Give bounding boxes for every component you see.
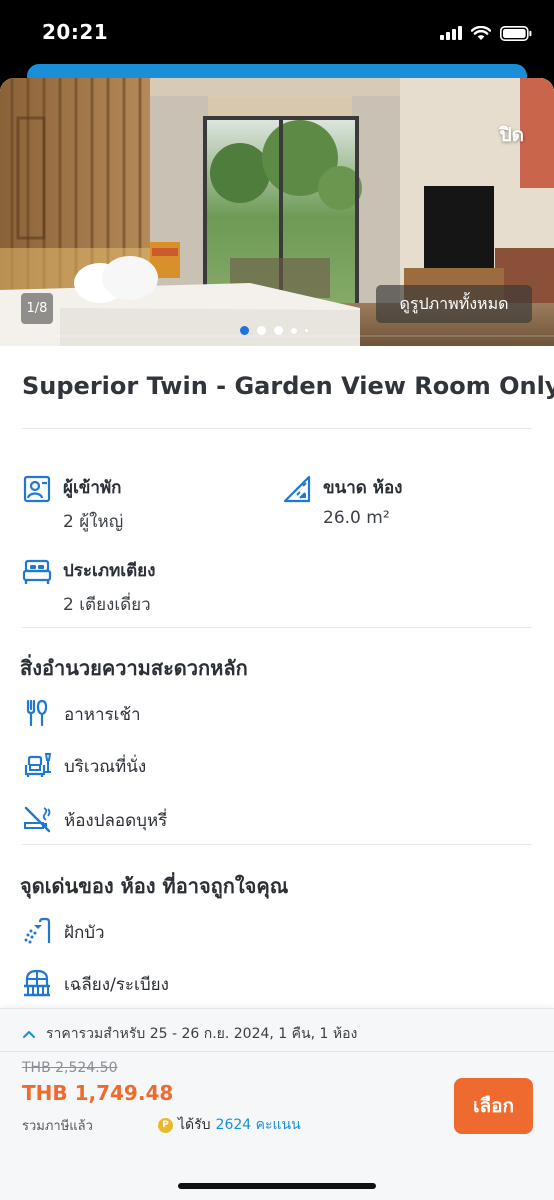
divider — [22, 844, 532, 845]
balcony-icon — [24, 969, 50, 997]
amenity-item: ห้องปลอดบุหรี่ — [22, 804, 322, 834]
highlight-label: เฉลียง/ระเบียง — [64, 975, 169, 995]
ruler-icon — [283, 475, 311, 503]
home-indicator — [178, 1183, 376, 1189]
breakfast-icon — [26, 699, 48, 727]
status-icons — [440, 22, 532, 44]
feature-value: 2 ผู้ใหญ่ — [63, 512, 124, 532]
carousel-dot[interactable] — [305, 329, 308, 332]
divider — [0, 1051, 554, 1052]
feature-value: 26.0 m² — [323, 508, 390, 528]
booking-bar: ราคารวมสำหรับ 25 - 26 ก.ย. 2024, 1 คืน, … — [0, 1008, 554, 1200]
battery-icon — [500, 25, 532, 41]
no-smoking-icon — [24, 806, 51, 833]
highlight-item: ฝักบัว — [22, 916, 322, 946]
close-button[interactable]: ปิด — [500, 120, 524, 150]
points-value: 2624 คะแนน — [215, 1117, 301, 1133]
photo-counter: 1/8 — [21, 293, 53, 324]
tax-note: รวมภาษีแล้ว — [22, 1119, 93, 1134]
carousel-dots[interactable] — [240, 326, 308, 335]
amenities-title: สิ่งอำนวยความสะดวกหลัก — [20, 656, 248, 680]
bed-icon — [22, 559, 52, 584]
room-title: Superior Twin - Garden View Room Only — [22, 372, 554, 400]
feature-guests: ผู้เข้าพัก 2 ผู้ใหญ่ — [22, 474, 262, 534]
wifi-icon — [471, 25, 491, 40]
amenity-item: บริเวณที่นั่ง — [22, 750, 322, 780]
shower-icon — [24, 917, 51, 944]
view-all-photos-button[interactable]: ดูรูปภาพทั้งหมด — [376, 285, 532, 323]
feature-label: ประเภทเตียง — [63, 561, 156, 581]
room-photo-carousel[interactable]: ปิด 1/8 ดูรูปภาพทั้งหมด — [0, 78, 554, 346]
carousel-dot[interactable] — [274, 326, 283, 335]
feature-label: ขนาด ห้อง — [323, 478, 403, 498]
signal-icon — [440, 26, 462, 40]
discounted-price: THB 1,749.48 — [22, 1081, 174, 1105]
highlights-title: จุดเด่นของ ห้อง ที่อาจถูกใจคุณ — [20, 874, 289, 898]
feature-bed-type: ประเภทเตียง 2 เตียงเดี่ยว — [22, 557, 262, 617]
amenity-item: อาหารเช้า — [22, 698, 322, 728]
points-coin-icon: P — [158, 1117, 173, 1133]
price-summary-toggle[interactable]: ราคารวมสำหรับ 25 - 26 ก.ย. 2024, 1 คืน, … — [22, 1023, 357, 1045]
carousel-dot[interactable] — [291, 327, 297, 334]
amenity-label: ห้องปลอดบุหรี่ — [64, 811, 168, 831]
divider — [22, 428, 532, 429]
select-room-button[interactable]: เลือก — [454, 1078, 533, 1134]
sofa-icon — [24, 753, 52, 777]
guest-icon — [23, 475, 51, 503]
amenity-label: บริเวณที่นั่ง — [64, 757, 147, 777]
feature-label: ผู้เข้าพัก — [63, 478, 122, 498]
status-time: 20:21 — [42, 20, 109, 44]
original-price: THB 2,524.50 — [22, 1060, 118, 1076]
feature-room-size: ขนาด ห้อง 26.0 m² — [282, 474, 522, 534]
status-bar: 20:21 — [0, 0, 554, 64]
highlight-item: เฉลียง/ระเบียง — [22, 968, 322, 998]
amenity-label: อาหารเช้า — [64, 705, 141, 725]
feature-value: 2 เตียงเดี่ยว — [63, 595, 151, 615]
points-prefix: ได้รับ — [178, 1117, 211, 1133]
carousel-dot[interactable] — [240, 326, 249, 335]
reward-points: P ได้รับ 2624 คะแนน — [158, 1114, 301, 1136]
highlight-label: ฝักบัว — [64, 923, 105, 943]
divider — [22, 627, 532, 628]
date-summary: ราคารวมสำหรับ 25 - 26 ก.ย. 2024, 1 คืน, … — [46, 1026, 358, 1042]
carousel-dot[interactable] — [257, 326, 266, 335]
chevron-up-icon — [23, 1031, 35, 1038]
